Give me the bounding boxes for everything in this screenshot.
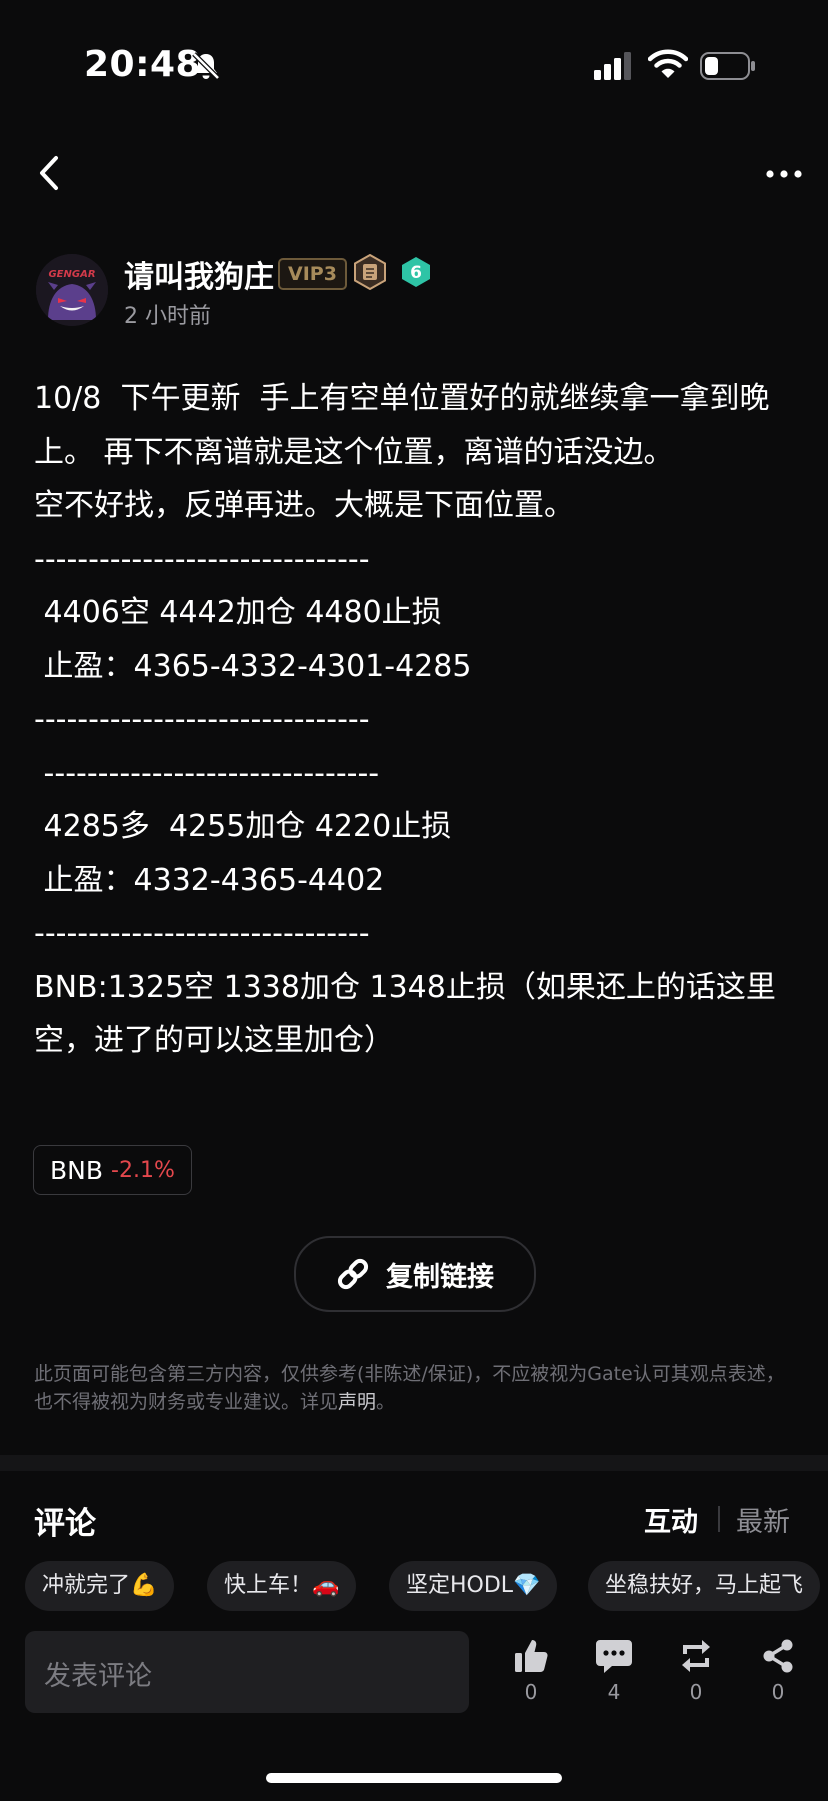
comment-input-placeholder: 发表评论 [44,1661,152,1692]
battery-icon [700,52,755,80]
tab-separator [718,1506,720,1532]
avatar[interactable]: GENGAR [36,254,108,326]
comment-button[interactable]: 4 [590,1638,638,1704]
comment-count: 4 [607,1680,621,1704]
disclaimer-link[interactable]: 声明 [338,1391,376,1413]
quick-reply-chip[interactable]: 坚定HODL💎 [389,1561,558,1611]
author-name[interactable]: 请叫我狗庄 [124,252,274,296]
share-button[interactable]: 0 [754,1638,802,1704]
status-time: 20:48 [84,44,202,85]
repost-icon [682,1640,710,1672]
tab-interact[interactable]: 互动 [644,1500,698,1539]
comment-bubble-icon [596,1640,632,1673]
token-tag-bnb[interactable]: BNB -2.1% [33,1145,192,1195]
vip-badge: VIP3 [278,258,347,290]
level-badge-icon: 6 [402,257,430,287]
quick-reply-chip[interactable]: 坐稳扶好，马上起飞 [588,1561,821,1611]
share-count: 0 [771,1680,785,1704]
token-change: -2.1% [111,1157,175,1183]
comments-title: 评论 [34,1506,96,1542]
disclaimer-end: 。 [376,1391,396,1413]
tab-latest[interactable]: 最新 [736,1500,790,1539]
more-options-icon[interactable] [764,162,804,186]
share-icon [763,1639,793,1673]
level-number: 6 [410,263,422,283]
back-arrow-icon[interactable] [36,154,64,192]
link-icon [337,1258,369,1290]
cellular-signal-icon [594,52,631,80]
disclaimer-text: 此页面可能包含第三方内容，仅供参考(非陈述/保证)，不应被视为Gate认可其观点… [34,1363,785,1413]
post-timestamp: 2 小时前 [124,304,211,329]
scroll-medal-icon [354,254,386,290]
home-indicator[interactable] [266,1773,562,1783]
repost-button[interactable]: 0 [672,1638,720,1704]
quick-reply-chip[interactable]: 快上车！🚗 [207,1561,357,1611]
wifi-icon [648,49,688,78]
disclaimer: 此页面可能包含第三方内容，仅供参考(非陈述/保证)，不应被视为Gate认可其观点… [34,1360,794,1416]
section-divider [0,1455,828,1471]
copy-link-button[interactable]: 复制链接 [294,1236,536,1312]
quick-reply-chip[interactable]: 冲就完了💪 [25,1561,175,1611]
post-body-text: 10/8 下午更新 手上有空单位置好的就继续拿一拿到晚上。 再下不离谱就是这个位… [34,381,776,1058]
thumbs-up-icon [515,1640,548,1672]
bell-off-icon [192,52,220,80]
like-button[interactable]: 0 [507,1638,555,1704]
like-count: 0 [524,1680,538,1704]
copy-link-label: 复制链接 [386,1261,494,1293]
gengar-avatar-icon: GENGAR [36,254,108,326]
repost-count: 0 [689,1680,703,1704]
avatar-logo-text: GENGAR [48,269,95,280]
token-symbol: BNB [50,1155,104,1185]
